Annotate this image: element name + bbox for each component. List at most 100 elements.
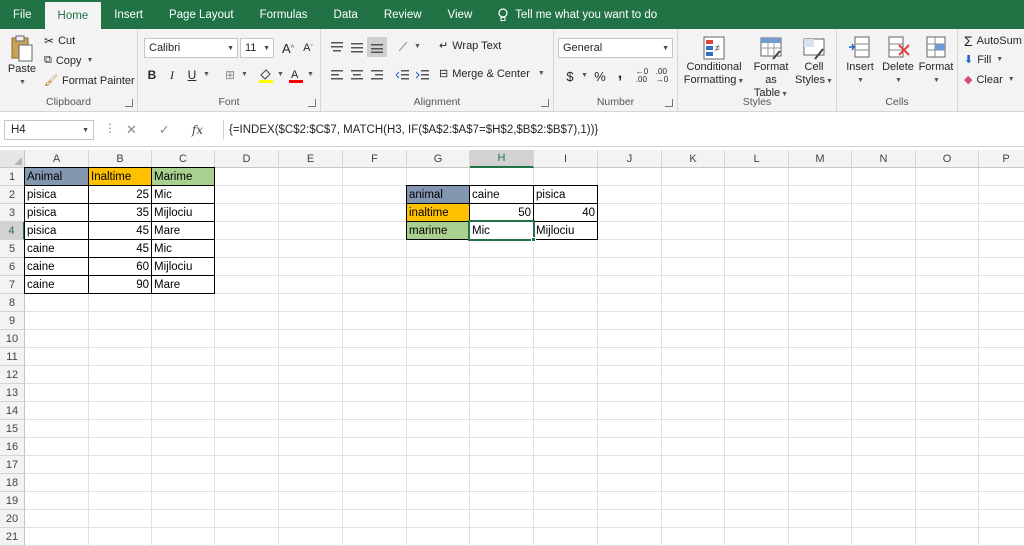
grid-cell[interactable] — [852, 348, 916, 366]
grid-cell[interactable] — [343, 474, 407, 492]
grid-cell[interactable] — [662, 366, 725, 384]
grid-cell[interactable] — [598, 384, 662, 402]
grid-cell[interactable] — [407, 168, 470, 186]
grid-cell[interactable] — [598, 258, 662, 276]
row-header-6[interactable]: 6 — [0, 258, 25, 276]
grid-cell[interactable] — [279, 222, 343, 240]
grid-cell[interactable] — [215, 258, 279, 276]
row-header-14[interactable]: 14 — [0, 402, 25, 420]
enter-icon[interactable]: ✓ — [159, 122, 170, 138]
insert-function-icon[interactable]: fx — [192, 123, 203, 137]
grid-cell[interactable] — [725, 276, 789, 294]
grid-cell[interactable] — [916, 420, 979, 438]
chevron-down-icon[interactable]: ▼ — [414, 43, 421, 50]
grid-cell[interactable] — [852, 438, 916, 456]
grid-cell[interactable] — [789, 384, 852, 402]
grid-cell[interactable] — [852, 186, 916, 204]
grid-cell[interactable] — [152, 456, 215, 474]
grid-cell[interactable] — [215, 456, 279, 474]
grid-cell[interactable] — [598, 276, 662, 294]
grid-cell[interactable] — [598, 420, 662, 438]
grid-cell[interactable] — [343, 402, 407, 420]
grid-cell[interactable] — [215, 168, 279, 186]
column-header-k[interactable]: K — [662, 150, 725, 168]
grid-cell[interactable] — [279, 330, 343, 348]
grid-cell[interactable] — [662, 312, 725, 330]
grid-cell[interactable] — [789, 330, 852, 348]
grid-cell[interactable] — [662, 384, 725, 402]
grid-cell[interactable] — [25, 420, 89, 438]
grid-cell[interactable] — [343, 330, 407, 348]
grid-cell[interactable] — [979, 420, 1024, 438]
grid-cell[interactable] — [916, 186, 979, 204]
grid-cell[interactable] — [279, 438, 343, 456]
grid-cell[interactable] — [916, 294, 979, 312]
column-header-n[interactable]: N — [852, 150, 916, 168]
conditional-formatting-button[interactable]: ≠ Conditional Formatting▼ — [682, 35, 746, 88]
grid-cell[interactable] — [215, 222, 279, 240]
grid-cell[interactable] — [598, 510, 662, 528]
grid-cell[interactable] — [979, 312, 1024, 330]
tab-file[interactable]: File — [0, 0, 45, 29]
grid-cell[interactable] — [343, 366, 407, 384]
grid-cell[interactable] — [725, 384, 789, 402]
grid-cell[interactable] — [979, 348, 1024, 366]
grid-cell[interactable] — [852, 528, 916, 546]
grid-cell[interactable] — [916, 456, 979, 474]
grid-cell[interactable] — [534, 276, 598, 294]
table1-cell[interactable]: pisica — [24, 221, 89, 240]
grid-cell[interactable] — [598, 204, 662, 222]
cancel-icon[interactable]: ✕ — [126, 122, 137, 138]
grid-cell[interactable] — [407, 258, 470, 276]
table1-cell[interactable]: Mic — [151, 239, 215, 258]
grid-cell[interactable] — [470, 330, 534, 348]
grid-cell[interactable] — [407, 348, 470, 366]
grid-cell[interactable] — [789, 276, 852, 294]
align-bottom-icon[interactable] — [367, 37, 387, 57]
grid-cell[interactable] — [470, 420, 534, 438]
tell-me-box[interactable]: Tell me what you want to do — [485, 0, 657, 29]
grid-cell[interactable] — [916, 330, 979, 348]
chevron-down-icon[interactable]: ▼ — [307, 71, 314, 78]
column-header-e[interactable]: E — [279, 150, 343, 168]
grid-cell[interactable] — [215, 510, 279, 528]
column-header-g[interactable]: G — [407, 150, 470, 168]
grid-cell[interactable] — [534, 528, 598, 546]
grid-cell[interactable] — [916, 438, 979, 456]
tab-page-layout[interactable]: Page Layout — [156, 0, 247, 29]
shrink-font-icon[interactable]: Aˇ — [298, 38, 318, 58]
grid-cell[interactable] — [598, 366, 662, 384]
table2-cell[interactable]: 40 — [533, 203, 598, 222]
grid-cell[interactable] — [215, 276, 279, 294]
grid-cell[interactable] — [534, 366, 598, 384]
grid-cell[interactable] — [25, 402, 89, 420]
grid-cell[interactable] — [470, 384, 534, 402]
grid-cell[interactable] — [916, 168, 979, 186]
grid-cell[interactable] — [789, 204, 852, 222]
grid-cell[interactable] — [979, 384, 1024, 402]
column-header-c[interactable]: C — [152, 150, 215, 168]
grid-cell[interactable] — [470, 438, 534, 456]
grid-cell[interactable] — [979, 294, 1024, 312]
grid-cell[interactable] — [598, 438, 662, 456]
grid-cell[interactable] — [215, 294, 279, 312]
grid-cell[interactable] — [725, 528, 789, 546]
grid-cell[interactable] — [662, 348, 725, 366]
grid-cell[interactable] — [852, 402, 916, 420]
grid-cell[interactable] — [916, 204, 979, 222]
grid-cell[interactable] — [152, 528, 215, 546]
table1-cell[interactable]: caine — [24, 257, 89, 276]
table1-cell[interactable]: pisica — [24, 185, 89, 204]
grid-cell[interactable] — [343, 258, 407, 276]
grid-cell[interactable] — [25, 384, 89, 402]
grid-cell[interactable] — [598, 474, 662, 492]
grid-cell[interactable] — [789, 492, 852, 510]
align-center-icon[interactable] — [347, 65, 367, 85]
grid-cell[interactable] — [89, 294, 152, 312]
column-header-d[interactable]: D — [215, 150, 279, 168]
borders-icon[interactable]: ⊞ — [220, 65, 240, 85]
grid-cell[interactable] — [215, 528, 279, 546]
grid-cell[interactable] — [470, 168, 534, 186]
grid-cell[interactable] — [916, 492, 979, 510]
grid-cell[interactable] — [916, 312, 979, 330]
